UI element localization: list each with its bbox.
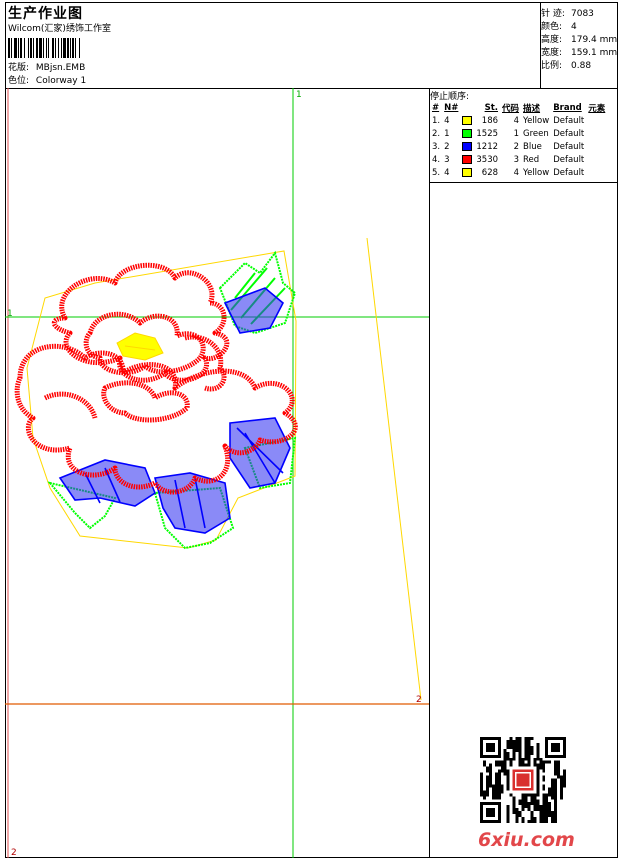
color-swatch bbox=[462, 154, 473, 164]
row-index: 3. bbox=[432, 141, 441, 152]
row-swatch bbox=[460, 140, 474, 153]
row-needle: 2 bbox=[444, 141, 450, 152]
row-description: Red bbox=[523, 154, 540, 165]
row-element bbox=[586, 166, 607, 179]
row-element bbox=[586, 114, 607, 127]
page-title: 生产作业图 bbox=[8, 6, 83, 22]
marker-top: 1 bbox=[296, 90, 302, 100]
row-stitches: 1525 bbox=[476, 128, 499, 139]
design-value: MBjsn.EMB bbox=[35, 63, 86, 73]
row-element bbox=[586, 153, 607, 166]
table-row: 3. 2 1212 2 Blue Default bbox=[430, 140, 607, 153]
barcode bbox=[8, 38, 80, 58]
marker-bottom: 2 bbox=[11, 848, 17, 858]
table-divider bbox=[429, 88, 430, 858]
col-brand: Brand bbox=[553, 102, 582, 113]
design-row: 花版: MBjsn.EMB bbox=[8, 63, 85, 74]
row-description: Blue bbox=[523, 141, 542, 152]
row-index: 5. bbox=[432, 167, 441, 178]
row-stitches: 3530 bbox=[476, 154, 499, 165]
info-scale: 比例: 0.88 bbox=[541, 61, 592, 71]
center-yellow bbox=[116, 332, 164, 361]
design-canvas: 1 1 2 2 bbox=[5, 88, 429, 858]
info-height: 高度: 179.4 mm bbox=[541, 35, 618, 45]
row-needle: 4 bbox=[444, 167, 450, 178]
color-swatch bbox=[462, 128, 473, 138]
colorway-row: 色位: Colorway 1 bbox=[8, 76, 86, 87]
row-brand: Default bbox=[553, 115, 585, 126]
col-description: 描述 bbox=[523, 103, 541, 114]
row-brand: Default bbox=[553, 167, 585, 178]
row-needle: 4 bbox=[444, 115, 450, 126]
row-brand: Default bbox=[553, 154, 585, 165]
colorway-value: Colorway 1 bbox=[35, 76, 87, 86]
row-brand: Default bbox=[553, 128, 585, 139]
info-width: 宽度: 159.1 mm bbox=[541, 48, 618, 58]
travel-line bbox=[366, 237, 422, 701]
row-swatch bbox=[460, 153, 474, 166]
table-row: 4. 3 3530 3 Red Default bbox=[430, 153, 607, 166]
marker-right: 2 bbox=[416, 695, 422, 705]
row-swatch bbox=[460, 114, 474, 127]
table-row: 1. 4 186 4 Yellow Default bbox=[430, 114, 607, 127]
row-code: 3 bbox=[513, 154, 520, 165]
row-element bbox=[586, 140, 607, 153]
table-bottom-divider bbox=[429, 182, 618, 183]
company-name: Wilcom(汇家)绣饰工作室 bbox=[8, 24, 111, 34]
color-swatch bbox=[462, 167, 473, 177]
row-element bbox=[586, 127, 607, 140]
row-stitches: 186 bbox=[481, 115, 499, 126]
col-code: 代码 bbox=[502, 103, 520, 114]
row-code: 1 bbox=[513, 128, 520, 139]
col-index: # bbox=[432, 102, 440, 113]
row-code: 4 bbox=[513, 167, 520, 178]
color-swatch bbox=[462, 115, 473, 125]
row-needle: 3 bbox=[444, 154, 450, 165]
row-description: Green bbox=[523, 128, 549, 139]
colorway-label: 色位: bbox=[8, 76, 30, 86]
row-code: 4 bbox=[513, 115, 520, 126]
row-description: Yellow bbox=[523, 115, 550, 126]
row-stitches: 628 bbox=[481, 167, 499, 178]
row-index: 1. bbox=[432, 115, 441, 126]
row-description: Yellow bbox=[523, 167, 550, 178]
watermark: 6xiu.com bbox=[478, 829, 575, 851]
table-header-row: # N# St. 代码 描述 Brand 元素 bbox=[430, 101, 607, 114]
row-code: 2 bbox=[513, 141, 520, 152]
row-needle: 1 bbox=[444, 128, 450, 139]
table-row: 5. 4 628 4 Yellow Default bbox=[430, 166, 607, 179]
info-stitches: 针 迹: 7083 bbox=[541, 9, 594, 19]
col-stitches: St. bbox=[484, 102, 499, 113]
row-stitches: 1212 bbox=[476, 141, 499, 152]
col-needle: N# bbox=[444, 102, 459, 113]
color-swatch bbox=[462, 141, 473, 151]
design-label: 花版: bbox=[8, 63, 30, 73]
row-index: 2. bbox=[432, 128, 441, 139]
col-swatch bbox=[460, 101, 474, 114]
row-swatch bbox=[460, 166, 474, 179]
row-swatch bbox=[460, 127, 474, 140]
row-brand: Default bbox=[553, 141, 585, 152]
row-index: 4. bbox=[432, 154, 441, 165]
table-row: 2. 1 1525 1 Green Default bbox=[430, 127, 607, 140]
marker-left: 1 bbox=[7, 309, 13, 319]
info-colors: 颜色: 4 bbox=[541, 22, 577, 32]
col-element: 元素 bbox=[588, 103, 606, 114]
stop-sequence-table: # N# St. 代码 描述 Brand 元素 1. 4 186 4 Yellow Def… bbox=[430, 101, 607, 179]
qr-code bbox=[480, 737, 566, 823]
